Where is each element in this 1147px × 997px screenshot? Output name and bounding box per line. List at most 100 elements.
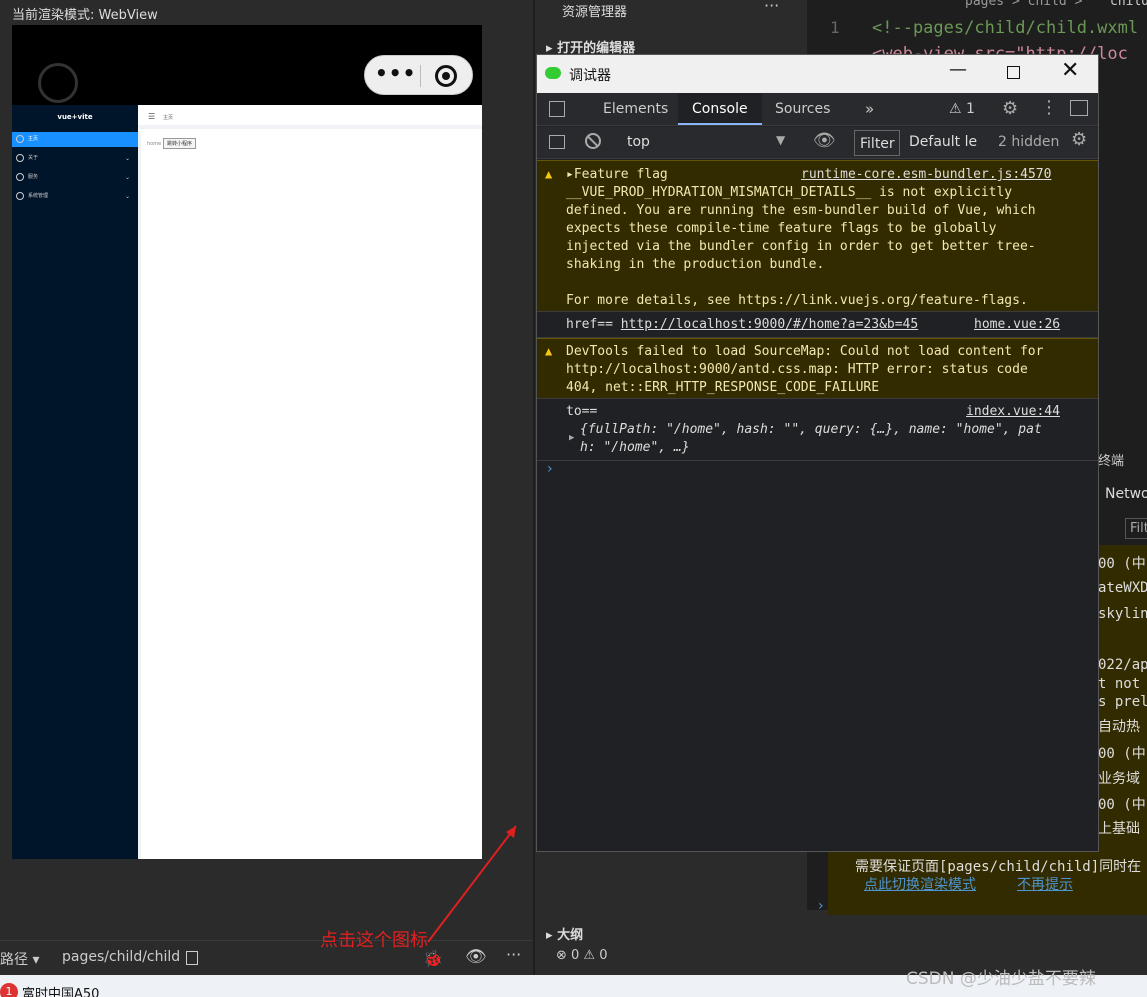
app-logo-icon xyxy=(545,67,561,79)
capsule-divider xyxy=(420,65,421,87)
more-icon[interactable]: ··· xyxy=(764,0,779,15)
expand-caret-icon[interactable]: ▶ xyxy=(569,429,574,447)
debugger-window: 调试器 — ✕ Elements Console Sources » ⚠ 1 ⚙… xyxy=(536,54,1099,852)
tab-elements[interactable]: Elements xyxy=(589,93,682,125)
sidebar-item-label: 系统管理 xyxy=(28,193,49,199)
maximize-icon[interactable] xyxy=(1007,66,1020,79)
problems-count[interactable]: ⊗ 0 ⚠ 0 xyxy=(556,948,608,963)
console-message-log: to== index.vue:44 ▶ {fullPath: "/home", … xyxy=(537,399,1098,461)
gear-icon[interactable]: ⚙ xyxy=(1002,98,1018,119)
minimize-icon[interactable]: — xyxy=(949,59,967,80)
home-label: home xyxy=(147,141,162,147)
tab-console[interactable]: Console xyxy=(678,93,762,125)
console-line: t not u xyxy=(1098,676,1147,692)
path-dropdown[interactable]: 路径 ▾ xyxy=(0,949,39,969)
context-select[interactable]: top xyxy=(627,134,650,150)
tab-sources[interactable]: Sources xyxy=(761,93,844,125)
console-line: 上基础 xyxy=(1098,821,1140,837)
live-expression-eye-icon[interactable]: 👁 xyxy=(813,130,836,151)
sidebar-item-service[interactable]: 服务 ⌄ xyxy=(12,170,138,185)
miniprogram-capsule[interactable]: ••• xyxy=(364,55,473,95)
console-input-prompt[interactable]: › xyxy=(547,461,553,477)
app-sidebar: vue+vite 主页 关于 ⌄ 服务 ⌄ 系统管理 ⌄ xyxy=(12,105,138,859)
panel-divider[interactable] xyxy=(533,0,535,997)
message-prefix: href== xyxy=(566,317,621,332)
menu-fold-icon[interactable]: ☰ xyxy=(148,112,155,121)
debugger-titlebar[interactable]: 调试器 — ✕ xyxy=(537,55,1098,93)
console-line: skylin xyxy=(1098,606,1147,622)
more-tabs-icon[interactable]: » xyxy=(851,93,888,125)
console-line: 00 (中| xyxy=(1098,556,1147,572)
code-line-1: <!--pages/child/child.wxml xyxy=(872,18,1139,38)
sidebar-item-about[interactable]: 关于 ⌄ xyxy=(12,151,138,166)
app-brand: vue+vite xyxy=(57,113,93,121)
notification-badge[interactable]: 1 xyxy=(0,983,18,997)
dock-side-icon[interactable] xyxy=(1070,100,1088,116)
sidebar-item-home[interactable]: 主页 xyxy=(12,132,138,147)
message-text: to== xyxy=(566,404,598,419)
ticker-text[interactable]: 富时中国A50 xyxy=(22,983,99,997)
warning-icon: ▲ xyxy=(545,167,553,181)
tab-network[interactable]: Netwo xyxy=(1105,486,1147,502)
jump-miniprogram-button[interactable]: 跳转小程序 xyxy=(163,138,197,149)
phone-navbar: ••• xyxy=(12,25,482,105)
devtools-tabbar: Elements Console Sources » ⚠ 1 ⚙ ⋮ xyxy=(537,93,1098,126)
switch-render-mode-link[interactable]: 点此切换渲染模式 xyxy=(864,874,976,894)
console-line: ateWXD xyxy=(1098,580,1147,596)
dont-show-again-link[interactable]: 不再提示 xyxy=(1017,874,1073,894)
annotation-arrow xyxy=(427,825,517,943)
warning-count-badge[interactable]: ⚠ 1 xyxy=(949,101,975,117)
close-icon[interactable]: ✕ xyxy=(1061,58,1079,83)
chevron-down-icon: ⌄ xyxy=(124,193,130,200)
more-dots-icon[interactable]: ••• xyxy=(375,61,416,85)
globe-icon xyxy=(16,173,24,181)
sidebar-item-system[interactable]: 系统管理 ⌄ xyxy=(12,189,138,204)
filter-input[interactable]: Filter xyxy=(854,130,900,156)
console-message-warning: ▲ DevTools failed to load SourceMap: Cou… xyxy=(537,338,1098,399)
source-link[interactable]: index.vue:44 xyxy=(966,403,1060,421)
page-path: pages/child/child xyxy=(62,949,181,965)
editor-breadcrumb-file[interactable]: child xyxy=(1110,0,1147,9)
render-mode-title: 当前渲染模式: WebView xyxy=(12,8,158,23)
source-link[interactable]: home.vue:26 xyxy=(974,316,1060,334)
caret-down-icon[interactable]: ▼ xyxy=(776,133,785,147)
console-line: 自动热 xyxy=(1098,719,1140,735)
object-preview[interactable]: {fullPath: "/home", hash: "", query: {…}… xyxy=(580,421,1075,457)
console-line: s prelo xyxy=(1098,694,1147,710)
tab-terminal[interactable]: 终端 xyxy=(1098,450,1124,469)
clear-console-icon[interactable] xyxy=(585,133,601,149)
source-link[interactable]: runtime-core.esm-bundler.js:4570 xyxy=(801,166,1051,184)
console-message-log: href== http://localhost:9000/#/home?a=23… xyxy=(537,312,1098,338)
message-text: href== http://localhost:9000/#/home?a=23… xyxy=(566,316,918,334)
copy-icon[interactable] xyxy=(186,951,198,965)
sidebar-item-label: 关于 xyxy=(28,155,39,161)
sidebar-item-label: 服务 xyxy=(28,174,39,180)
content-area: home 跳转小程序 xyxy=(138,133,482,859)
log-levels-dropdown[interactable]: Default levels xyxy=(909,134,977,150)
outline-label: 大纲 xyxy=(557,928,584,943)
console-line: 业务域 xyxy=(1098,771,1140,787)
inspect-element-icon[interactable] xyxy=(549,101,565,117)
console-line: 00 (中| xyxy=(1098,797,1147,813)
annotation-text: 点击这个图标 xyxy=(320,930,428,951)
console-settings-gear-icon[interactable]: ⚙ xyxy=(1071,129,1087,150)
message-text: DevTools failed to load SourceMap: Could… xyxy=(566,344,1044,395)
outline-section[interactable]: ▸ 大纲 xyxy=(546,924,583,943)
close-target-icon[interactable] xyxy=(435,65,457,87)
sidebar-toggle-icon[interactable] xyxy=(549,135,565,149)
eye-icon[interactable]: 👁 xyxy=(465,947,487,967)
console-message-warning: ▲ ▸Feature flag __VUE_PROD_HYDRATION_MIS… xyxy=(537,160,1098,312)
editor-breadcrumb[interactable]: pages > child > xyxy=(965,0,1082,9)
settings-icon xyxy=(16,192,24,200)
filter-input[interactable]: Filt xyxy=(1125,518,1147,539)
console-prompt[interactable]: › xyxy=(818,898,824,914)
warning-icon: ▲ xyxy=(545,344,553,358)
console-toolbar: top ▼ 👁 Filter Default levels 2 hidden ⚙ xyxy=(537,127,1098,159)
kebab-menu-icon[interactable]: ⋮ xyxy=(1040,97,1058,118)
console-line: 022/ap xyxy=(1098,657,1147,673)
url-link[interactable]: http://localhost:9000/#/home?a=23&b=45 xyxy=(621,317,918,332)
message-text: ▸Feature flag __VUE_PROD_HYDRATION_MISMA… xyxy=(566,167,1036,308)
content-header: ☰ 主页 xyxy=(138,105,482,129)
console-line: 00 (中| xyxy=(1098,746,1147,762)
line-number: 1 xyxy=(830,18,840,37)
